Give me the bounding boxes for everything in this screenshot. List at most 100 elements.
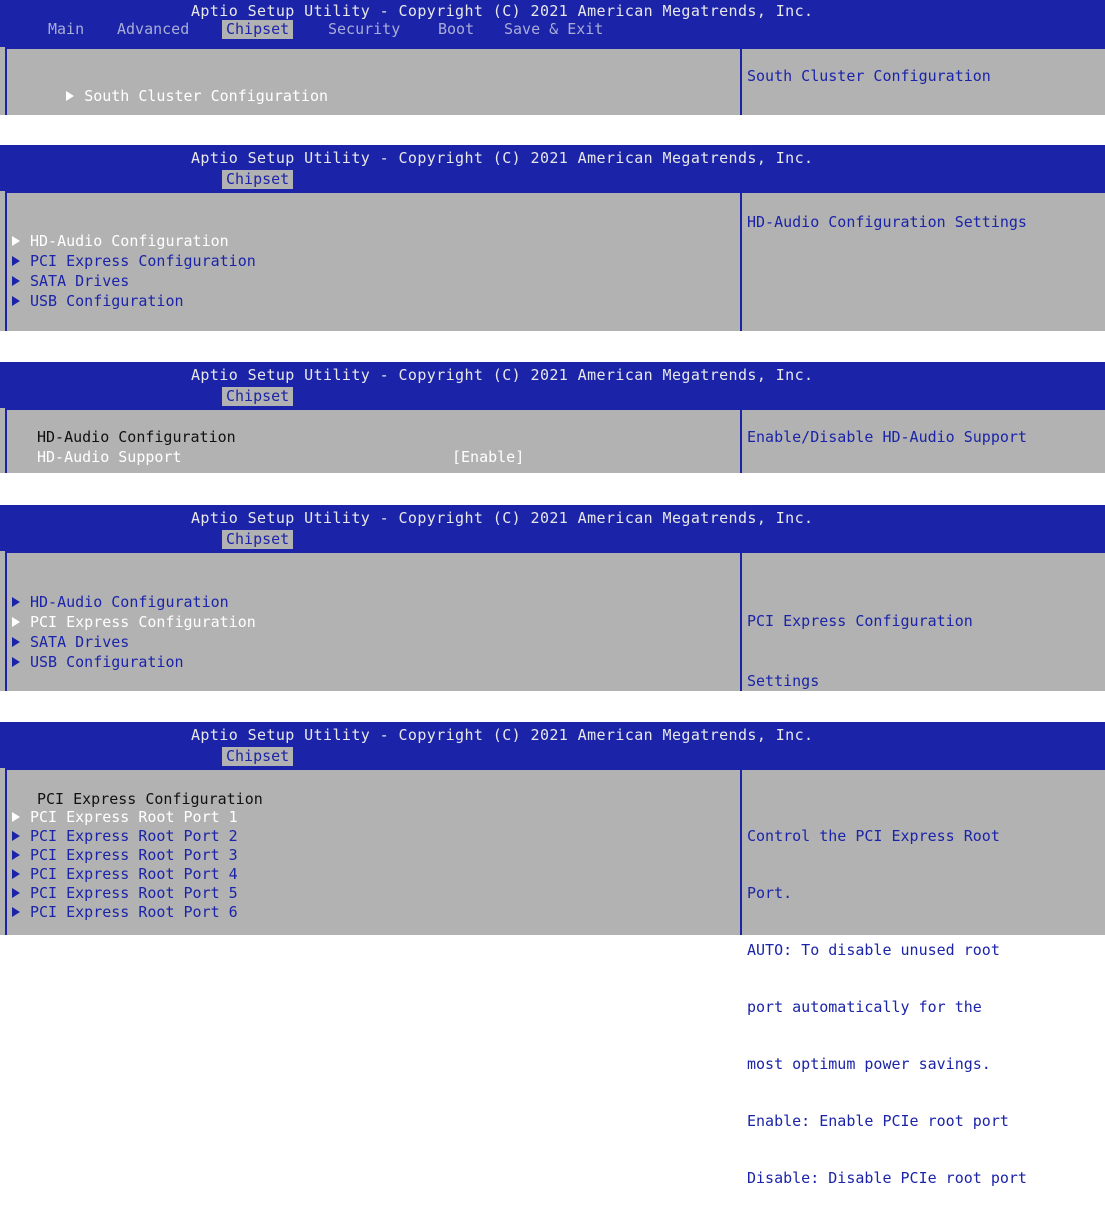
menu-item-label: USB Configuration <box>30 292 184 310</box>
help-line: Enable: Enable PCIe root port <box>747 1112 1009 1130</box>
triangle-right-icon <box>12 616 20 627</box>
tab-chipset[interactable]: Chipset <box>222 530 294 549</box>
utility-title: Aptio Setup Utility - Copyright (C) 2021… <box>191 509 814 527</box>
tab-chipset[interactable]: Chipset <box>222 387 294 406</box>
left-border <box>5 47 7 115</box>
menu-item-root-port-5[interactable]: PCI Express Root Port 5 <box>12 883 238 903</box>
tab-advanced[interactable]: Advanced <box>117 20 189 39</box>
left-border <box>5 408 7 473</box>
tab-chipset[interactable]: Chipset <box>222 20 294 39</box>
menu-item-label: SATA Drives <box>30 272 130 290</box>
menu-item-label: HD-Audio Configuration <box>30 593 229 611</box>
tab-security[interactable]: Security <box>328 20 400 39</box>
menu-item-label: PCI Express Root Port 1 <box>30 808 238 826</box>
menu-item-label: PCI Express Root Port 6 <box>30 903 238 921</box>
menu-item-usb[interactable]: USB Configuration <box>12 652 184 672</box>
help-text: HD-Audio Configuration Settings <box>747 213 1027 231</box>
triangle-right-icon <box>12 275 20 286</box>
left-border <box>5 551 7 691</box>
help-divider <box>740 768 742 935</box>
menu-item-root-port-4[interactable]: PCI Express Root Port 4 <box>12 864 238 884</box>
triangle-right-icon <box>12 235 20 246</box>
top-border <box>5 551 1105 553</box>
bios-screen-pci-express-config: Aptio Setup Utility - Copyright (C) 2021… <box>0 722 1105 1187</box>
menu-item-label: PCI Express Root Port 2 <box>30 827 238 845</box>
menu-item-label: PCI Express Root Port 3 <box>30 846 238 864</box>
section-heading: PCI Express Configuration <box>37 790 263 808</box>
utility-title: Aptio Setup Utility - Copyright (C) 2021… <box>191 726 814 744</box>
content-area: HD-Audio Configuration PCI Express Confi… <box>0 191 1105 331</box>
triangle-right-icon <box>12 656 20 667</box>
menu-item-root-port-3[interactable]: PCI Express Root Port 3 <box>12 845 238 865</box>
header-bar: Aptio Setup Utility - Copyright (C) 2021… <box>0 362 1105 408</box>
menu-item-root-port-1[interactable]: PCI Express Root Port 1 <box>12 807 238 827</box>
menu-item-sata-drives[interactable]: SATA Drives <box>12 271 129 291</box>
header-bar: Aptio Setup Utility - Copyright (C) 2021… <box>0 505 1105 551</box>
tab-boot[interactable]: Boot <box>438 20 474 39</box>
utility-title: Aptio Setup Utility - Copyright (C) 2021… <box>191 366 814 384</box>
menu-item-label: USB Configuration <box>30 653 184 671</box>
help-line: PCI Express Configuration <box>747 612 973 630</box>
help-divider <box>740 47 742 115</box>
help-divider <box>740 408 742 473</box>
setting-value-hd-audio-support[interactable]: [Enable] <box>452 447 524 467</box>
help-line: Settings <box>747 672 820 690</box>
triangle-right-icon <box>12 596 20 607</box>
help-line: port automatically for the <box>747 998 982 1016</box>
menu-item-label: SATA Drives <box>30 633 130 651</box>
content-area: HD-Audio Configuration HD-Audio Support … <box>0 408 1105 473</box>
menu-item-hd-audio[interactable]: HD-Audio Configuration <box>12 592 229 612</box>
triangle-right-icon <box>12 887 20 898</box>
top-border <box>5 191 1105 193</box>
menu-item-pci-express[interactable]: PCI Express Configuration <box>12 251 256 271</box>
section-heading: HD-Audio Configuration <box>37 428 236 446</box>
header-bar: Aptio Setup Utility - Copyright (C) 2021… <box>0 0 1105 47</box>
menu-item-pci-express[interactable]: PCI Express Configuration <box>12 612 256 632</box>
triangle-right-icon <box>12 868 20 879</box>
left-border <box>5 191 7 331</box>
bios-screen-chipset-menu: Aptio Setup Utility - Copyright (C) 2021… <box>0 145 1105 331</box>
help-line: Control the PCI Express Root <box>747 827 1000 845</box>
menu-item-sata-drives[interactable]: SATA Drives <box>12 632 129 652</box>
header-bar: Aptio Setup Utility - Copyright (C) 2021… <box>0 145 1105 191</box>
menu-item-label: PCI Express Configuration <box>30 252 256 270</box>
bios-screen-main-chipset: Aptio Setup Utility - Copyright (C) 2021… <box>0 0 1105 115</box>
tab-main[interactable]: Main <box>48 20 84 39</box>
help-text: PCI Express Configuration Settings <box>747 571 1097 731</box>
top-border <box>5 768 1105 770</box>
triangle-right-icon <box>12 906 20 917</box>
menu-item-south-cluster[interactable]: South Cluster Configuration <box>12 66 328 105</box>
tab-chipset[interactable]: Chipset <box>222 170 294 189</box>
triangle-right-icon <box>66 90 75 101</box>
menu-item-root-port-2[interactable]: PCI Express Root Port 2 <box>12 826 238 846</box>
top-border <box>5 47 1105 49</box>
triangle-right-icon <box>12 636 20 647</box>
tab-save-exit[interactable]: Save & Exit <box>504 20 603 39</box>
content-area: South Cluster Configuration South Cluste… <box>0 47 1105 115</box>
utility-title: Aptio Setup Utility - Copyright (C) 2021… <box>191 2 814 20</box>
setting-label-hd-audio-support[interactable]: HD-Audio Support <box>37 447 182 467</box>
help-line: AUTO: To disable unused root <box>747 941 1000 959</box>
triangle-right-icon <box>12 295 20 306</box>
help-line: Port. <box>747 884 793 902</box>
triangle-right-icon <box>12 849 20 860</box>
menu-item-label: PCI Express Root Port 4 <box>30 865 238 883</box>
triangle-right-icon <box>12 830 20 841</box>
menu-item-root-port-6[interactable]: PCI Express Root Port 6 <box>12 902 238 922</box>
help-text: Control the PCI Express Root Port. AUTO:… <box>747 789 1097 1226</box>
help-divider <box>740 191 742 331</box>
menu-item-hd-audio[interactable]: HD-Audio Configuration <box>12 231 229 251</box>
bios-screen-chipset-menu-pci: Aptio Setup Utility - Copyright (C) 2021… <box>0 505 1105 691</box>
tab-chipset[interactable]: Chipset <box>222 747 294 766</box>
help-text: Enable/Disable HD-Audio Support <box>747 428 1027 446</box>
triangle-right-icon <box>12 811 20 822</box>
menu-item-label: HD-Audio Configuration <box>30 232 229 250</box>
triangle-right-icon <box>12 255 20 266</box>
content-area: PCI Express Configuration PCI Express Ro… <box>0 768 1105 1187</box>
help-line: most optimum power savings. <box>747 1055 991 1073</box>
menu-item-usb[interactable]: USB Configuration <box>12 291 184 311</box>
top-border <box>5 408 1105 410</box>
help-line: Disable: Disable PCIe root port <box>747 1169 1027 1187</box>
left-border <box>5 768 7 935</box>
help-divider <box>740 551 742 691</box>
